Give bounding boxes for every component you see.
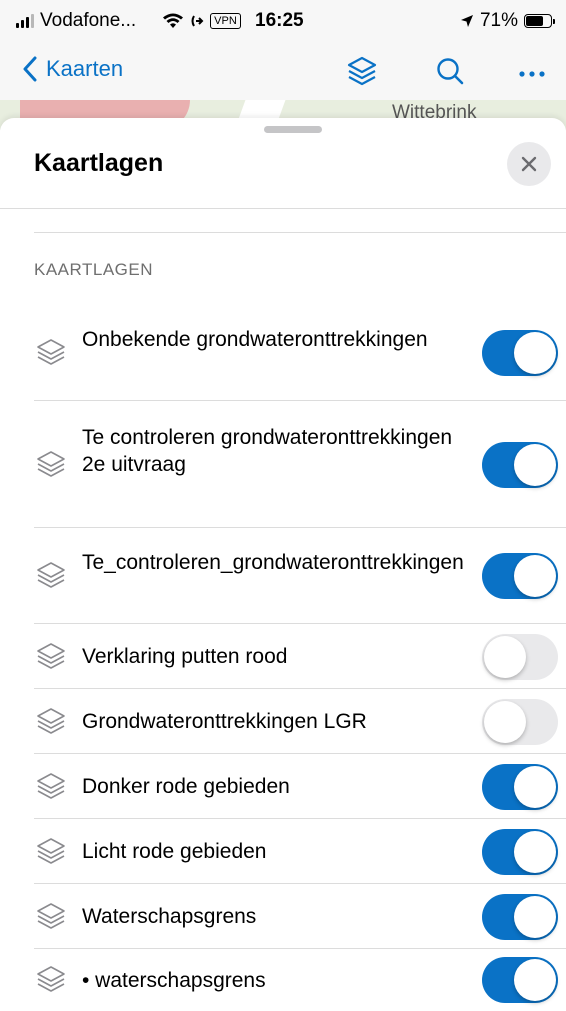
signal-icon (16, 14, 34, 28)
layer-label: Licht rode gebieden (82, 840, 267, 863)
layer-stack-icon (37, 838, 65, 864)
layer-toggle[interactable] (482, 553, 558, 599)
layer-stack-icon (37, 773, 65, 799)
carrier-name: Vodafone... (40, 10, 137, 31)
divider (0, 208, 566, 209)
layer-toggle[interactable] (482, 894, 558, 940)
toggle-knob (514, 555, 556, 597)
divider (34, 232, 566, 233)
layer-stack-icon (37, 451, 65, 477)
chevron-left-icon (23, 56, 37, 82)
section-header: KAARTLAGEN (34, 260, 154, 279)
layer-toggle[interactable] (482, 957, 558, 1003)
back-label: Kaarten (46, 56, 124, 81)
toggle-knob (514, 896, 556, 938)
close-icon (521, 156, 537, 172)
more-icon[interactable] (514, 52, 554, 92)
layer-toggle[interactable] (482, 764, 558, 810)
layer-label: Te controleren grondwateronttrekkingen 2… (82, 426, 453, 476)
vpn-badge: VPN (210, 13, 241, 29)
layer-toggle[interactable] (482, 442, 558, 488)
search-icon[interactable] (430, 52, 470, 92)
layer-label: Grondwateronttrekkingen LGR (82, 710, 367, 733)
navigation-bar: Kaarten (0, 44, 566, 100)
battery-icon (524, 14, 555, 28)
layer-row[interactable]: Onbekende grondwateronttrekkingen (34, 304, 566, 401)
layer-stack-icon (37, 562, 65, 588)
layer-row[interactable]: • waterschapsgrens (34, 949, 566, 1011)
layer-row[interactable]: Donker rode gebieden (34, 754, 566, 819)
status-bar: Vodafone... VPN 16:25 71% (0, 0, 566, 44)
toggle-knob (514, 766, 556, 808)
layer-toggle[interactable] (482, 699, 558, 745)
layer-row[interactable]: Verklaring putten rood (34, 624, 566, 689)
layer-row[interactable]: Te_controleren_grondwateronttrekkingen (34, 528, 566, 624)
layer-toggle[interactable] (482, 829, 558, 875)
battery-percent: 71% (479, 10, 518, 31)
toggle-knob (514, 831, 556, 873)
layer-row[interactable]: Te controleren grondwateronttrekkingen 2… (34, 401, 566, 528)
layer-row[interactable]: Waterschapsgrens (34, 884, 566, 949)
layer-toggle[interactable] (482, 634, 558, 680)
layers-sheet: Kaartlagen KAARTLAGEN Onbekende grondwat… (0, 118, 566, 1011)
layer-label: • waterschapsgrens (82, 969, 266, 992)
sheet-title: Kaartlagen (34, 149, 164, 177)
toggle-knob (484, 636, 526, 678)
layer-stack-icon (37, 708, 65, 734)
layer-row[interactable]: Grondwateronttrekkingen LGR (34, 689, 566, 754)
close-button[interactable] (507, 142, 551, 186)
layer-toggle[interactable] (482, 330, 558, 376)
toggle-knob (514, 444, 556, 486)
status-left: Vodafone... VPN (16, 10, 241, 32)
layer-label: Waterschapsgrens (82, 905, 257, 928)
wifi-icon (163, 13, 184, 28)
layer-stack-icon (37, 903, 65, 929)
status-right: 71% (460, 10, 555, 32)
toggle-knob (484, 701, 526, 743)
layer-row[interactable]: Licht rode gebieden (34, 819, 566, 884)
layer-label: Onbekende grondwateronttrekkingen (82, 328, 428, 351)
location-arrow-icon (460, 15, 473, 27)
sheet-grabber[interactable] (264, 126, 322, 133)
layer-stack-icon (37, 339, 65, 365)
layers-icon[interactable] (342, 52, 382, 92)
layer-stack-icon (37, 966, 65, 992)
clock: 16:25 (255, 10, 304, 31)
toggle-knob (514, 332, 556, 374)
link-icon (191, 15, 204, 27)
layer-stack-icon (37, 643, 65, 669)
layer-label: Donker rode gebieden (82, 775, 290, 798)
layer-label: Te_controleren_grondwateronttrekkingen (82, 551, 464, 574)
toggle-knob (514, 959, 556, 1001)
layer-label: Verklaring putten rood (82, 645, 288, 668)
back-button[interactable]: Kaarten (22, 56, 123, 82)
